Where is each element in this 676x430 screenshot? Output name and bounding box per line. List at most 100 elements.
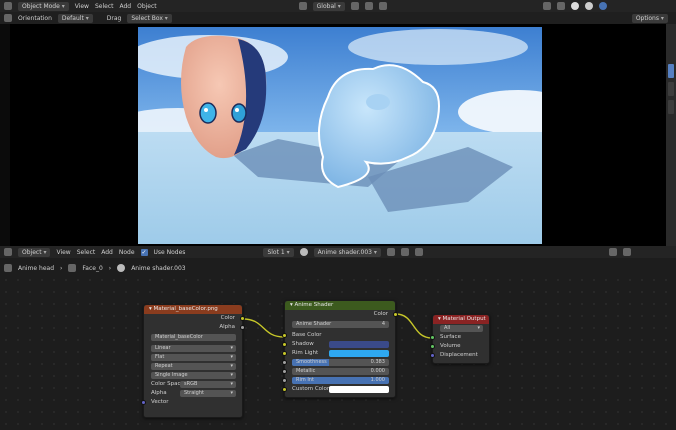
group-selector: Anime Shader 4 [285, 319, 395, 331]
node-menu-node[interactable]: Node [119, 249, 135, 256]
image-texture-node[interactable]: Material_baseColor.png Color Alpha Mater… [141, 304, 245, 418]
socket-shadow-in[interactable] [282, 342, 287, 347]
fake-user-icon[interactable] [386, 248, 395, 256]
material-name-field[interactable]: Anime shader.003 [313, 247, 381, 257]
material-output-node-header[interactable]: Material Output [433, 315, 489, 324]
socket-smoothness-in[interactable] [282, 360, 287, 365]
mesh-icon [68, 264, 77, 272]
shading-material-icon[interactable] [584, 2, 593, 10]
pivot-icon[interactable] [350, 2, 359, 10]
editor-type-icon[interactable] [4, 2, 12, 10]
socket-color-out[interactable] [240, 316, 245, 321]
sidebar-tabs [666, 24, 676, 246]
input-shadow: Shadow [282, 340, 395, 349]
overlay-icon[interactable] [542, 2, 551, 10]
input-volume: Volume [430, 342, 489, 351]
object-icon [4, 264, 12, 272]
mode-dropdown[interactable]: Object Mode [18, 1, 69, 11]
breadcrumb-object: Anime head [18, 264, 54, 272]
interpolation-dropdown[interactable]: Linear [151, 345, 236, 352]
node-menu-add[interactable]: Add [101, 249, 113, 256]
orientation-label: Orientation [18, 14, 52, 22]
shading-rendered-icon[interactable] [598, 2, 607, 10]
socket-rim-light-in[interactable] [282, 351, 287, 356]
unlink-material-icon[interactable] [414, 248, 423, 256]
socket-custom-color-in[interactable] [282, 387, 287, 392]
socket-base-color-in[interactable] [282, 333, 287, 338]
material-icon [299, 248, 308, 256]
breadcrumb-separator-icon: › [60, 264, 63, 272]
node-menu-select[interactable]: Select [77, 249, 96, 256]
anime-shader-node-header[interactable]: Anime Shader [285, 301, 395, 310]
socket-rim-int-in[interactable] [282, 378, 287, 383]
target-dropdown[interactable]: All [440, 325, 483, 332]
menu-view[interactable]: View [75, 3, 89, 10]
orientation-dropdown[interactable]: Default [57, 13, 93, 23]
material-output-node[interactable]: Material Output All Surface Volume Displ… [430, 314, 490, 364]
interpolation-row: Linear [144, 344, 242, 353]
input-metallic: Metallic 0.000 [282, 367, 395, 376]
drag-dropdown[interactable]: Select Box [127, 13, 172, 23]
socket-vector-in[interactable] [141, 400, 146, 405]
anime-shader-node[interactable]: Anime Shader Color Anime Shader4 Base Co… [282, 300, 398, 398]
snap-icon[interactable] [364, 2, 373, 10]
rim-int-slider[interactable]: Rim Int 1.000 [292, 377, 389, 384]
node-overlay-icon[interactable] [622, 248, 631, 256]
shadow-color-swatch[interactable] [329, 341, 389, 348]
input-custom-color: Custom Color [282, 385, 395, 394]
node-editor-type-icon[interactable] [4, 248, 12, 256]
duplicate-material-icon[interactable] [400, 248, 409, 256]
breadcrumb-material: Anime shader.003 [131, 264, 186, 272]
socket-volume-in[interactable] [430, 344, 435, 349]
menu-select[interactable]: Select [95, 3, 114, 10]
socket-displacement-in[interactable] [430, 353, 435, 358]
breadcrumb-separator-icon: › [108, 264, 112, 272]
extension-dropdown[interactable]: Repeat [151, 363, 236, 370]
pin-icon[interactable] [608, 248, 617, 256]
slot-dropdown[interactable]: Slot 1 [263, 247, 294, 257]
sidebar-tab-tool[interactable] [668, 82, 674, 96]
sidebar-tab-view[interactable] [668, 100, 674, 114]
source-dropdown[interactable]: Single Image [151, 372, 236, 379]
node-group-field[interactable]: Anime Shader 4 [292, 321, 389, 328]
color-space-row: Color Space sRGB [144, 380, 242, 389]
smoothness-slider[interactable]: Smoothness 0.383 [292, 359, 389, 366]
socket-shader-color-out[interactable] [393, 312, 398, 317]
use-nodes-checkbox[interactable]: ✓ [140, 248, 148, 256]
menu-add[interactable]: Add [119, 3, 131, 10]
menu-object[interactable]: Object [137, 3, 157, 10]
node-editor-header: Object View Select Add Node ✓ Use Nodes … [0, 246, 676, 258]
alpha-mode-dropdown[interactable]: Straight [180, 390, 236, 397]
3d-viewport[interactable] [0, 24, 676, 246]
extension-row: Repeat [144, 362, 242, 371]
breadcrumb: Anime head › Face_0 › Anime shader.003 [0, 262, 676, 274]
shader-type-dropdown[interactable]: Object [18, 247, 51, 257]
link-color-to-surface[interactable] [395, 313, 433, 339]
socket-surface-in[interactable] [430, 335, 435, 340]
proportional-edit-icon[interactable] [378, 2, 387, 10]
socket-alpha-out[interactable] [240, 325, 245, 330]
projection-row: Flat [144, 353, 242, 362]
metallic-slider[interactable]: Metallic 0.000 [292, 368, 389, 375]
color-space-dropdown[interactable]: sRGB [180, 381, 236, 388]
node-menu-view[interactable]: View [56, 249, 70, 256]
use-nodes-label: Use Nodes [153, 248, 186, 256]
tool-settings-header: Orientation Default Drag Select Box Opti… [0, 12, 676, 24]
image-selector: Material_baseColor [144, 332, 242, 344]
transform-orientation-dropdown[interactable]: Global [312, 1, 345, 11]
orientation-axes-icon [298, 2, 307, 10]
options-dropdown[interactable]: Options [631, 13, 668, 23]
image-name-field[interactable]: Material_baseColor [151, 334, 236, 341]
rim-light-color-swatch[interactable] [329, 350, 389, 357]
xray-icon[interactable] [556, 2, 565, 10]
shading-solid-icon[interactable] [570, 2, 579, 10]
socket-metallic-in[interactable] [282, 369, 287, 374]
material-icon [117, 264, 126, 272]
render-preview[interactable] [138, 27, 542, 244]
custom-color-swatch[interactable] [329, 386, 389, 393]
sidebar-tab-item[interactable] [668, 64, 674, 78]
projection-dropdown[interactable]: Flat [151, 354, 236, 361]
image-texture-node-header[interactable]: Material_baseColor.png [144, 305, 242, 314]
link-color-to-basecolor[interactable] [242, 318, 285, 338]
input-surface: Surface [430, 333, 489, 342]
